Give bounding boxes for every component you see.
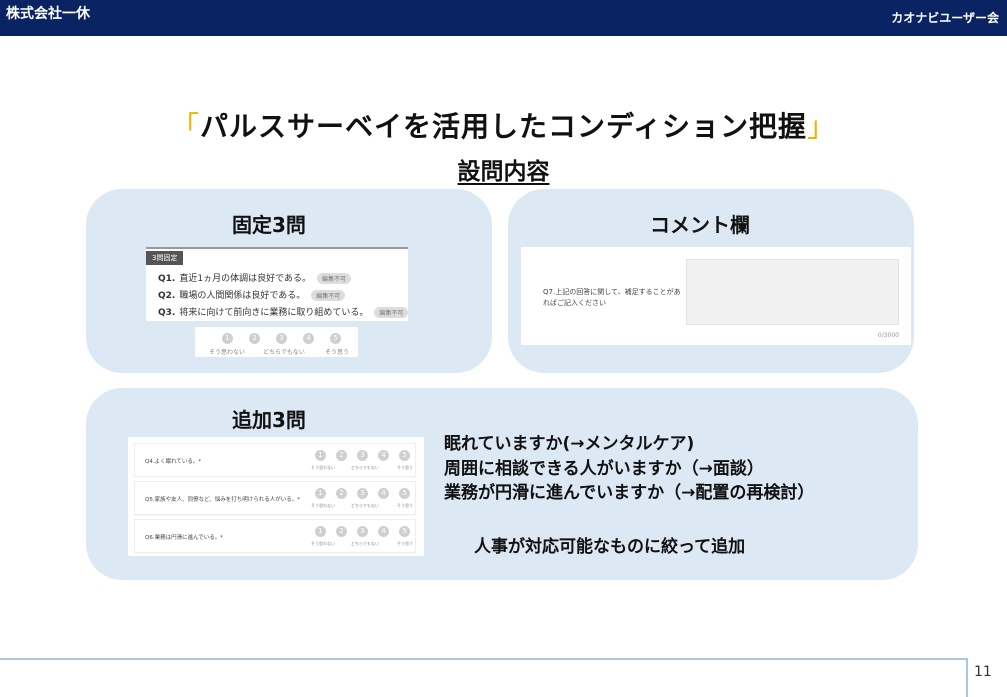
question-text: 職場の人間関係は良好である。 (179, 291, 306, 301)
question-number: Q1. (158, 274, 176, 284)
note-line-1: 眠れていますか(→メンタルケア) (444, 434, 695, 454)
scale-label-low: そう思わない (311, 541, 335, 546)
comment-textarea[interactable] (686, 259, 899, 325)
scale-label-low: そう思わない (311, 465, 335, 470)
scale-label-mid: どちらでもない (351, 465, 379, 470)
question-text: 将来に向けて前向きに業務に取り組めている。 (179, 308, 369, 318)
fixed-question-1: Q1. 直近1ヵ月の体調は良好である。 編集不可 (158, 271, 351, 284)
comment-card: Q7.上記の回答に関して、補足することがあればご記入ください 0/3000 (521, 247, 911, 345)
scale-label-mid: どちらでもない (263, 349, 305, 356)
slide-subtitle: 設問内容 (0, 152, 1007, 186)
scale-option-5[interactable]: 5 (399, 526, 410, 537)
added-notes: 眠れていますか(→メンタルケア) 周囲に相談できる人がいますか（→面談） 業務が… (444, 432, 814, 506)
added-question-row-1: Q4.よく眠れている。* 1 2 3 4 5 そう思わない どちらでもない そう… (135, 444, 415, 476)
scale-option-4[interactable]: 4 (378, 488, 389, 499)
scale-option-1[interactable]: 1 (315, 526, 326, 537)
scale-option-3[interactable]: 3 (357, 450, 368, 461)
scale-label-high: そう思う (325, 349, 350, 356)
readonly-badge: 編集不可 (311, 290, 346, 301)
added-summary: 人事が対応可能なものに絞って追加 (474, 537, 746, 557)
scale-label-mid: どちらでもない (351, 503, 379, 508)
scale-option-5[interactable]: 5 (330, 333, 341, 344)
title-open-bracket: 「 (170, 110, 200, 143)
comment-question: Q7.上記の回答に関して、補足することがあればご記入ください (543, 288, 681, 307)
added-question-row-2: Q5.家族や友人、同僚など、悩みを打ち明けられる人がいる。* 1 2 3 4 5… (135, 482, 415, 514)
scale-label-low: そう思わない (209, 349, 246, 356)
title-close-bracket: 」 (807, 110, 837, 143)
scale-label-high: そう思う (397, 541, 413, 546)
scale-option-4[interactable]: 4 (378, 526, 389, 537)
footer-divider (0, 658, 968, 660)
scale-option-3[interactable]: 3 (276, 333, 287, 344)
scale-option-1[interactable]: 1 (222, 333, 233, 344)
scale-option-5[interactable]: 5 (399, 450, 410, 461)
slide-title: 「パルスサーベイを活用したコンディション把握」 (0, 105, 1007, 145)
fixed-heading: 固定3問 (232, 213, 306, 237)
company-name: 株式会社一休 (6, 6, 90, 22)
scale-option-1[interactable]: 1 (315, 488, 326, 499)
subtitle-text: 設問内容 (457, 159, 550, 185)
fixed-question-2: Q2. 職場の人間関係は良好である。 編集不可 (158, 288, 346, 301)
scale-option-1[interactable]: 1 (315, 450, 326, 461)
fixed-questions-card: 3問固定 Q1. 直近1ヵ月の体調は良好である。 編集不可 Q2. 職場の人間関係は良… (146, 247, 409, 321)
fixed-answer-scale: 1 2 3 4 5 そう思わない どちらでもない そう思う (195, 327, 358, 357)
question-text: Q5.家族や友人、同僚など、悩みを打ち明けられる人がいる。* (145, 497, 301, 503)
added-question-row-3: Q6.業務は円滑に進んでいる。* 1 2 3 4 5 そう思わない どちらでもな… (135, 520, 415, 552)
readonly-badge: 編集不可 (316, 273, 351, 284)
readonly-badge: 編集不可 (374, 307, 409, 318)
question-text: Q6.業務は円滑に進んでいる。* (145, 535, 224, 541)
character-counter: 0/3000 (877, 332, 899, 339)
fixed-question-3: Q3. 将来に向けて前向きに業務に取り組めている。 編集不可 (158, 305, 409, 318)
fixed-questions-panel: 固定3問 3問固定 Q1. 直近1ヵ月の体調は良好である。 編集不可 Q2. 職場の人… (86, 189, 492, 373)
scale-option-4[interactable]: 4 (303, 333, 314, 344)
added-questions-panel: 追加3問 Q4.よく眠れている。* 1 2 3 4 5 そう思わない どちらでも… (86, 388, 918, 580)
scale-label-high: そう思う (397, 503, 413, 508)
scale-option-3[interactable]: 3 (357, 526, 368, 537)
scale-option-2[interactable]: 2 (336, 450, 347, 461)
scale-option-3[interactable]: 3 (357, 488, 368, 499)
scale-label-low: そう思わない (311, 503, 335, 508)
header-bar: 株式会社一休 カオナビユーザー会 (0, 0, 1007, 36)
added-questions-card: Q4.よく眠れている。* 1 2 3 4 5 そう思わない どちらでもない そう… (128, 437, 424, 556)
question-text: 直近1ヵ月の体調は良好である。 (179, 274, 311, 284)
note-line-2: 周囲に相談できる人がいますか（→面談） (444, 458, 764, 479)
scale-option-2[interactable]: 2 (336, 488, 347, 499)
group-name: カオナビユーザー会 (891, 11, 999, 25)
scale-option-2[interactable]: 2 (249, 333, 260, 344)
page-number: 11 (974, 664, 992, 680)
comment-panel: コメント欄 Q7.上記の回答に関して、補足することがあればご記入ください 0/3… (508, 189, 914, 373)
scale-option-5[interactable]: 5 (399, 488, 410, 499)
scale-label-mid: どちらでもない (351, 541, 379, 546)
scale-label-high: そう思う (397, 465, 413, 470)
added-heading: 追加3問 (232, 408, 306, 432)
comment-heading: コメント欄 (650, 213, 750, 237)
scale-option-2[interactable]: 2 (336, 526, 347, 537)
note-line-3: 業務が円滑に進んでいますか（→配置の再検討） (444, 483, 815, 504)
question-number: Q3. (158, 308, 176, 318)
question-number: Q2. (158, 291, 176, 301)
fixed-tag: 3問固定 (146, 251, 184, 265)
scale-option-4[interactable]: 4 (378, 450, 389, 461)
title-text: パルスサーベイを活用したコンディション把握 (199, 110, 808, 143)
question-text: Q4.よく眠れている。* (145, 459, 202, 465)
